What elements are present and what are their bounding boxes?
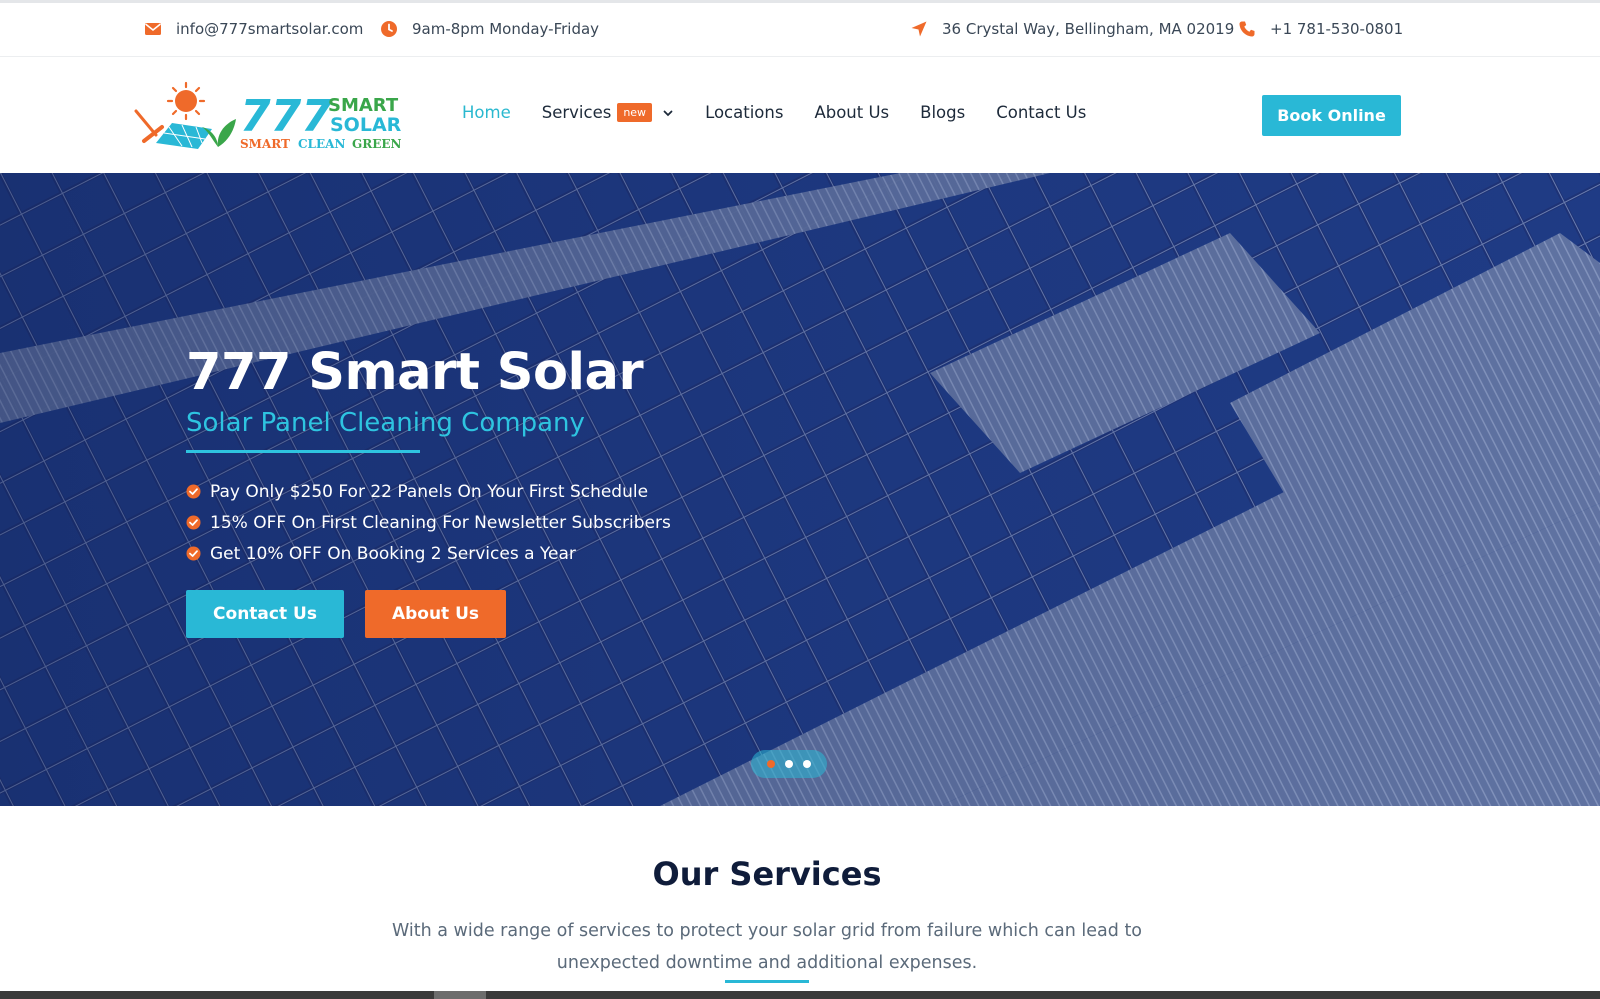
chevron-down-icon[interactable]: [662, 107, 674, 119]
offer-text: Pay Only $250 For 22 Panels On Your Firs…: [210, 481, 649, 502]
nav-contact-label[interactable]: Contact Us: [996, 103, 1086, 122]
nav-blogs[interactable]: Blogs: [920, 103, 965, 122]
slider-pagination: [751, 750, 827, 778]
site-logo[interactable]: 777 SMART SOLAR SMART CLEAN GREEN: [132, 81, 408, 151]
envelope-icon: [145, 23, 161, 35]
top-info-bar: info@777smartsolar.com 9am-8pm Monday-Fr…: [0, 0, 1600, 57]
book-online-button[interactable]: Book Online: [1262, 95, 1401, 136]
logo-tagline-green: GREEN: [352, 137, 402, 151]
logo-graphic: 777 SMART SOLAR SMART CLEAN GREEN: [134, 81, 402, 151]
list-item: Pay Only $250 For 22 Panels On Your Firs…: [186, 476, 671, 507]
hero-about-button[interactable]: About Us: [365, 590, 506, 638]
nav-locations-label[interactable]: Locations: [705, 103, 783, 122]
offer-text: 15% OFF On First Cleaning For Newsletter…: [210, 512, 671, 533]
nav-blogs-label[interactable]: Blogs: [920, 103, 965, 122]
services-description: With a wide range of services to protect…: [391, 921, 1143, 973]
phone-icon: [1239, 21, 1255, 37]
check-circle-icon: [186, 546, 201, 561]
nav-about-label[interactable]: About Us: [814, 103, 889, 122]
list-item: Get 10% OFF On Booking 2 Services a Year: [186, 538, 671, 569]
nav-locations[interactable]: Locations: [705, 103, 783, 122]
hero-title: 777 Smart Solar: [186, 343, 644, 402]
nav-contact[interactable]: Contact Us: [996, 103, 1086, 122]
topbar-hours-text: 9am-8pm Monday-Friday: [412, 20, 600, 38]
location-arrow-icon: [911, 21, 927, 37]
topbar-email-text[interactable]: info@777smartsolar.com: [176, 20, 363, 38]
squeegee-icon: [134, 109, 164, 143]
topbar-address: 36 Crystal Way, Bellingham, MA 02019: [910, 20, 1234, 38]
slider-dot-3[interactable]: [803, 760, 811, 768]
services-divider: [725, 980, 809, 983]
slider-dot-2[interactable]: [785, 760, 793, 768]
hero-contact-button[interactable]: Contact Us: [186, 590, 344, 638]
nav-services-label[interactable]: Services: [542, 103, 612, 122]
hero-subtitle: Solar Panel Cleaning Company: [186, 408, 585, 438]
check-circle-icon: [186, 515, 201, 530]
check-circle-icon: [186, 484, 201, 499]
site-header: 777 SMART SOLAR SMART CLEAN GREEN Home S…: [0, 57, 1600, 173]
hero-divider: [186, 450, 420, 453]
list-item: 15% OFF On First Cleaning For Newsletter…: [186, 507, 671, 538]
nav-home-label[interactable]: Home: [462, 103, 511, 122]
services-title: Our Services: [652, 855, 882, 893]
solar-panel-icon: [156, 123, 212, 149]
topbar-email[interactable]: info@777smartsolar.com: [144, 20, 363, 38]
topbar-phone[interactable]: +1 781-530-0801: [1238, 20, 1403, 38]
logo-word-solar: SOLAR: [330, 114, 402, 136]
logo-tagline-clean: CLEAN: [298, 137, 345, 151]
new-badge: new: [617, 103, 653, 122]
nav-about[interactable]: About Us: [814, 103, 889, 122]
main-nav: Home Services new Locations About Us Blo…: [462, 103, 1117, 122]
offer-text: Get 10% OFF On Booking 2 Services a Year: [210, 543, 576, 564]
next-section-edge: [0, 991, 1600, 999]
clock-icon: [381, 21, 397, 37]
topbar-address-text: 36 Crystal Way, Bellingham, MA 02019: [942, 20, 1235, 38]
logo-tagline-smart: SMART: [240, 137, 290, 151]
hero-slider: 777 Smart Solar Solar Panel Cleaning Com…: [0, 173, 1600, 806]
hero-offer-list: Pay Only $250 For 22 Panels On Your Firs…: [186, 476, 671, 569]
nav-services[interactable]: Services new: [542, 103, 674, 122]
logo-word-smart: SMART: [328, 95, 399, 116]
slider-dot-1[interactable]: [767, 760, 775, 768]
nav-home[interactable]: Home: [462, 103, 511, 122]
topbar-hours: 9am-8pm Monday-Friday: [380, 20, 599, 38]
topbar-phone-text[interactable]: +1 781-530-0801: [1270, 20, 1403, 38]
sun-icon: [166, 81, 206, 121]
logo-digits: 777: [240, 91, 332, 142]
